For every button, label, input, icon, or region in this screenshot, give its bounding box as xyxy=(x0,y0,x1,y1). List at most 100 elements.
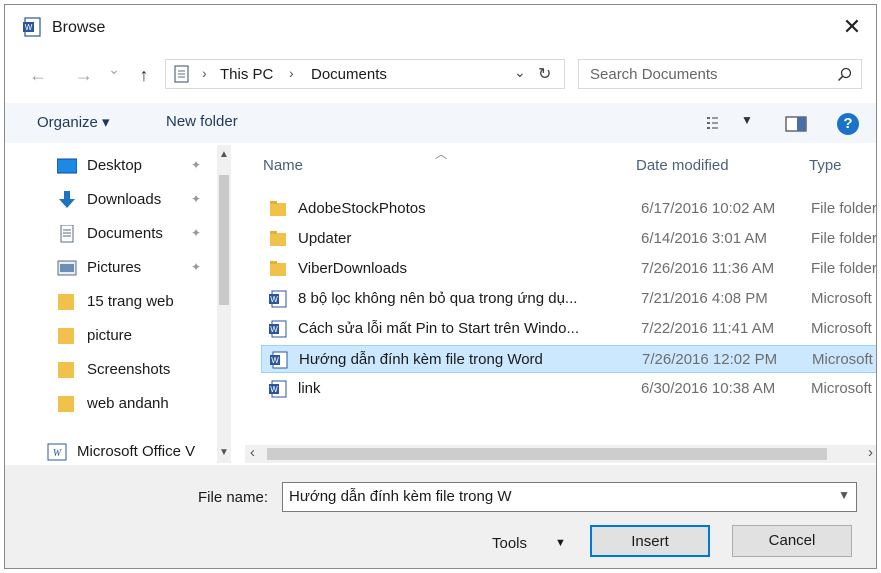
word-document-icon: W xyxy=(269,380,287,398)
nav-item-15-trang-web[interactable]: 15 trang web xyxy=(5,287,215,317)
dialog-title: Browse xyxy=(52,19,106,36)
back-button[interactable]: ← xyxy=(27,65,49,86)
file-row[interactable]: W link 6/30/2016 10:38 AM Microsoft xyxy=(261,375,876,403)
tools-menu[interactable]: Tools xyxy=(492,535,527,552)
file-date: 6/30/2016 10:38 AM xyxy=(641,380,776,397)
nav-item-desktop[interactable]: Desktop ✦ xyxy=(5,151,215,181)
file-row[interactable]: W 8 bộ lọc không nên bỏ qua trong ứng dụ… xyxy=(261,285,876,313)
pin-icon[interactable]: ✦ xyxy=(191,226,201,240)
pin-icon[interactable]: ✦ xyxy=(191,158,201,172)
cancel-button[interactable]: Cancel xyxy=(732,525,852,557)
nav-item-screenshots[interactable]: Screenshots xyxy=(5,355,215,385)
scroll-right-icon[interactable]: › xyxy=(868,444,873,461)
file-type: Microsoft xyxy=(812,351,873,368)
view-options-icon[interactable] xyxy=(707,116,731,130)
file-row[interactable]: ViberDownloads 7/26/2016 11:36 AM File f… xyxy=(261,255,877,283)
forward-button[interactable]: → xyxy=(73,65,95,86)
column-header-date[interactable]: Date modified xyxy=(636,157,729,174)
file-row[interactable]: AdobeStockPhotos 6/17/2016 10:02 AM File… xyxy=(261,195,876,223)
file-row-selected[interactable]: W Hướng dẫn đính kèm file trong Word 7/2… xyxy=(261,345,876,373)
insert-button[interactable]: Insert xyxy=(590,525,710,557)
help-button[interactable]: ? xyxy=(837,113,859,135)
breadcrumb-separator: › xyxy=(202,65,207,81)
nav-scrollbar[interactable]: ▲ ▼ xyxy=(217,145,231,463)
refresh-button[interactable]: ↻ xyxy=(538,64,551,84)
svg-text:W: W xyxy=(25,23,33,32)
column-header-name[interactable]: Name xyxy=(263,157,303,174)
view-dropdown-icon[interactable]: ▼ xyxy=(741,113,753,127)
file-type: File folder xyxy=(811,230,877,247)
nav-item-label: Documents xyxy=(87,225,163,242)
pin-icon[interactable]: ✦ xyxy=(191,192,201,206)
file-date: 7/22/2016 11:41 AM xyxy=(641,320,775,337)
browse-dialog: W Browse ✕ ← → ⌄ ↑ › This PC › Documents… xyxy=(4,4,877,569)
scroll-left-icon[interactable]: ‹ xyxy=(250,444,255,461)
horizontal-scroll-thumb[interactable] xyxy=(267,448,827,460)
desktop-icon xyxy=(57,158,77,174)
nav-item-downloads[interactable]: Downloads ✦ xyxy=(5,185,215,215)
svg-text:W: W xyxy=(271,356,279,365)
folder-icon xyxy=(58,294,74,310)
file-name-input[interactable]: Hướng dẫn đính kèm file trong W ▼ xyxy=(282,482,857,512)
search-icon[interactable] xyxy=(837,67,852,82)
address-dropdown-button[interactable]: ⌄ xyxy=(514,64,526,81)
nav-item-label: web andanh xyxy=(87,395,169,412)
dialog-footer: File name: Hướng dẫn đính kèm file trong… xyxy=(5,465,876,568)
file-name: 8 bộ lọc không nên bỏ qua trong ứng dụ..… xyxy=(298,290,578,307)
file-name: link xyxy=(298,380,321,397)
nav-item-label: Desktop xyxy=(87,157,143,174)
file-type: Microsoft xyxy=(811,320,872,337)
folder-icon xyxy=(270,201,286,216)
address-bar[interactable]: › This PC › Documents ⌄ ↻ xyxy=(165,59,565,89)
breadcrumb-separator: › xyxy=(289,65,294,81)
nav-item-picture[interactable]: picture xyxy=(5,321,215,351)
scroll-up-icon[interactable]: ▲ xyxy=(219,149,229,160)
documents-icon xyxy=(60,225,74,243)
new-folder-button[interactable]: New folder xyxy=(166,113,238,130)
svg-text:W: W xyxy=(270,385,278,394)
file-name: Hướng dẫn đính kèm file trong Word xyxy=(299,351,543,368)
folder-icon xyxy=(58,328,74,344)
scroll-down-icon[interactable]: ▼ xyxy=(219,447,229,458)
file-type: File folder xyxy=(811,260,877,277)
file-list: ︿ Name Date modified Type AdobeStockPhot… xyxy=(243,145,877,463)
nav-item-pictures[interactable]: Pictures ✦ xyxy=(5,253,215,283)
pin-icon[interactable]: ✦ xyxy=(191,260,201,274)
chevron-down-icon[interactable]: ▼ xyxy=(838,488,850,502)
file-date: 7/26/2016 12:02 PM xyxy=(642,351,778,368)
svg-text:W: W xyxy=(270,325,278,334)
up-button[interactable]: ↑ xyxy=(133,65,155,86)
close-button[interactable]: ✕ xyxy=(838,13,866,41)
file-name: ViberDownloads xyxy=(298,260,407,277)
nav-item-web-andanh[interactable]: web andanh xyxy=(5,389,215,419)
horizontal-scrollbar[interactable]: ‹ › xyxy=(245,444,876,463)
file-name: Updater xyxy=(298,230,352,247)
file-type: Microsoft xyxy=(811,380,872,397)
column-header-type[interactable]: Type xyxy=(809,157,842,174)
nav-item-label: 15 trang web xyxy=(87,293,174,310)
breadcrumb-documents[interactable]: Documents xyxy=(311,66,387,83)
folder-icon xyxy=(270,231,286,246)
breadcrumb-this-pc[interactable]: This PC xyxy=(220,66,273,83)
file-type: Microsoft xyxy=(811,290,872,307)
word-document-icon: W xyxy=(269,320,287,338)
tools-dropdown-icon[interactable]: ▼ xyxy=(555,537,566,549)
file-row[interactable]: W Cách sửa lỗi mất Pin to Start trên Win… xyxy=(261,315,876,343)
nav-item-microsoft-office[interactable]: W Microsoft Office V xyxy=(5,437,205,463)
pictures-icon xyxy=(57,260,77,276)
nav-item-documents[interactable]: Documents ✦ xyxy=(5,219,215,249)
recent-locations-button[interactable]: ⌄ xyxy=(103,61,125,78)
word-document-icon: W xyxy=(270,351,288,369)
search-box[interactable]: Search Documents xyxy=(578,59,862,89)
organize-menu[interactable]: Organize ▾ xyxy=(37,113,110,131)
word-document-icon: W xyxy=(269,290,287,308)
file-row[interactable]: Updater 6/14/2016 3:01 AM File folder xyxy=(261,225,877,253)
svg-text:W: W xyxy=(270,295,278,304)
preview-pane-icon[interactable] xyxy=(785,116,807,132)
nav-item-label: Screenshots xyxy=(87,361,171,378)
file-date: 7/21/2016 4:08 PM xyxy=(641,290,768,307)
sort-indicator-icon: ︿ xyxy=(435,147,448,161)
file-name: Cách sửa lỗi mất Pin to Start trên Windo… xyxy=(298,320,579,337)
nav-scroll-thumb[interactable] xyxy=(219,175,229,305)
nav-item-label: Pictures xyxy=(87,259,142,276)
